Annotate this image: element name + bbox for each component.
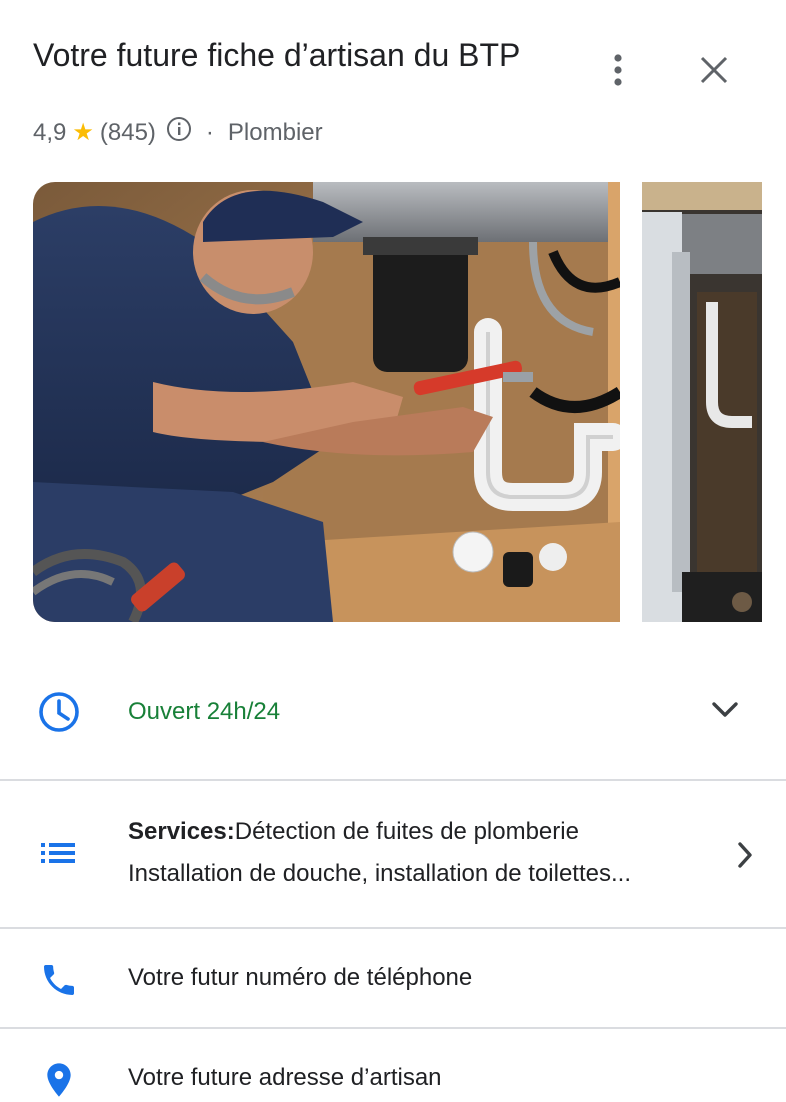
list-icon xyxy=(37,838,81,868)
services-label: Services: xyxy=(128,818,235,845)
more-options-button[interactable] xyxy=(598,50,638,94)
divider xyxy=(0,927,786,929)
photo-plumber-under-sink[interactable] xyxy=(33,182,620,622)
chevron-right-icon[interactable] xyxy=(736,840,754,875)
rating-value: 4,9 xyxy=(33,118,67,146)
close-button[interactable] xyxy=(692,50,736,94)
info-icon[interactable] xyxy=(166,116,192,149)
photo-carousel[interactable] xyxy=(33,182,786,622)
services-row[interactable] xyxy=(0,782,786,928)
meta-separator: · xyxy=(205,118,214,146)
address-text: Votre future adresse d’artisan xyxy=(128,1064,442,1091)
address-row[interactable]: Votre future adresse d’artisan xyxy=(0,1050,786,1102)
star-icon: ★ xyxy=(72,119,94,146)
phone-number: Votre futur numéro de téléphone xyxy=(128,964,473,991)
services-line-1: Services:Détection de fuites de plomberi… xyxy=(128,818,579,846)
services-line-2: Installation de douche, installation de … xyxy=(128,860,631,887)
review-count[interactable]: (845) xyxy=(100,119,156,147)
close-icon xyxy=(699,55,729,90)
category-label[interactable]: Plombier xyxy=(228,119,323,147)
hours-row[interactable]: Ouvert 24h/24 xyxy=(0,688,786,736)
divider xyxy=(0,1027,786,1029)
phone-row[interactable]: Votre futur numéro de téléphone xyxy=(0,952,786,1008)
chevron-down-icon[interactable] xyxy=(710,700,740,725)
rating-line: 4,9 ★ (845) · Plombier xyxy=(33,116,323,149)
place-header: Votre future fiche d’artisan du BTP xyxy=(33,34,593,76)
location-pin-icon xyxy=(37,1058,81,1102)
hours-status: Ouvert 24h/24 xyxy=(128,698,281,725)
divider xyxy=(0,779,786,781)
photo-cabinet[interactable] xyxy=(642,182,762,622)
more-vert-icon xyxy=(612,52,624,93)
place-title: Votre future fiche d’artisan du BTP xyxy=(33,37,521,73)
phone-icon xyxy=(37,960,81,1000)
clock-icon xyxy=(37,690,81,734)
services-first-item: Détection de fuites de plomberie xyxy=(234,818,579,845)
